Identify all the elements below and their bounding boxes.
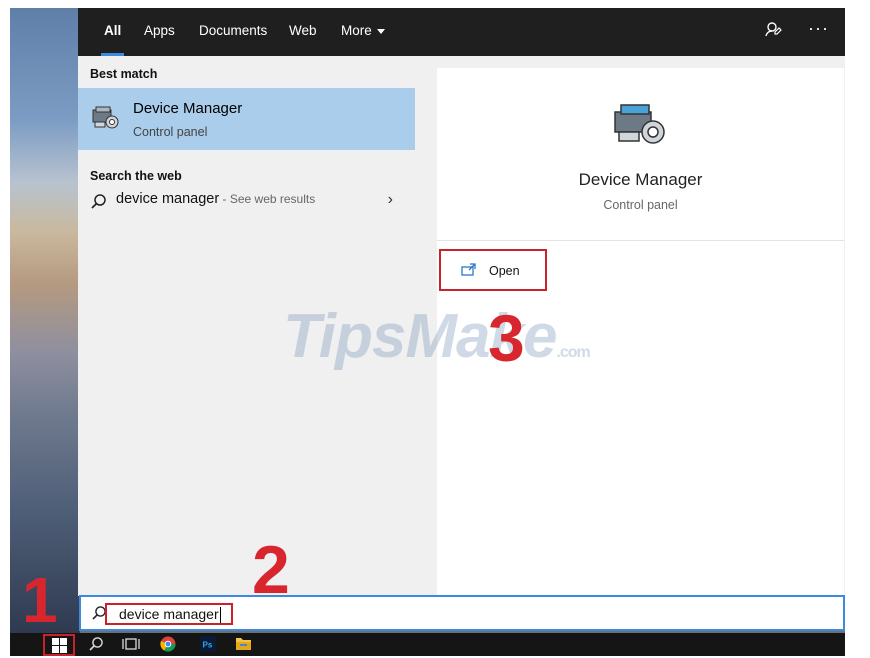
best-match-heading: Best match <box>90 67 158 81</box>
watermark-domain: .com <box>556 344 590 361</box>
tab-more-label: More <box>341 23 372 38</box>
screenshot-frame: All Apps Documents Web More ··· Best mat… <box>10 8 845 656</box>
device-manager-large-icon <box>609 100 671 155</box>
best-match-title: Device Manager <box>133 100 243 117</box>
task-view-icon[interactable] <box>122 636 140 654</box>
more-options-icon[interactable]: ··· <box>808 18 829 39</box>
tab-documents[interactable]: Documents <box>199 8 267 56</box>
text-cursor <box>219 607 221 624</box>
divider <box>437 240 844 241</box>
device-manager-icon <box>90 104 120 137</box>
taskbar-search-icon[interactable] <box>88 636 104 654</box>
windows-logo-icon <box>52 638 67 656</box>
desktop-wallpaper <box>10 8 80 633</box>
best-match-subtitle: Control panel <box>133 125 208 139</box>
open-button[interactable]: Open <box>439 249 547 291</box>
preview-title: Device Manager <box>578 170 703 189</box>
feedback-icon[interactable] <box>764 20 782 43</box>
chevron-right-icon[interactable]: › <box>388 191 393 209</box>
search-web-heading: Search the web <box>90 169 182 183</box>
tab-web[interactable]: Web <box>289 8 317 56</box>
step-2-marker: 2 <box>252 532 290 608</box>
step-1-marker: 1 <box>22 564 58 636</box>
web-query-suffix: - See web results <box>219 192 316 206</box>
preview-subtitle: Control panel <box>603 198 678 212</box>
tab-all[interactable]: All <box>100 8 125 56</box>
file-explorer-icon[interactable] <box>235 636 252 654</box>
chrome-icon[interactable] <box>160 636 176 654</box>
web-query: device manager <box>116 191 220 207</box>
start-button[interactable] <box>43 634 75 656</box>
step-3-marker: 3 <box>488 301 525 375</box>
taskbar: Ps <box>10 633 845 656</box>
caret-down-icon <box>376 28 385 34</box>
search-input-value: device manager <box>119 606 219 622</box>
photoshop-icon[interactable]: Ps <box>200 636 216 654</box>
svg-text:Ps: Ps <box>203 641 213 650</box>
open-icon <box>461 263 477 282</box>
search-icon <box>90 193 107 215</box>
best-match-result[interactable]: Device Manager Control panel <box>78 88 415 150</box>
tab-more[interactable]: More <box>341 8 385 56</box>
tab-apps[interactable]: Apps <box>144 8 175 56</box>
web-search-result[interactable]: device manager - See web results › <box>78 186 415 216</box>
search-input[interactable]: device manager <box>105 603 233 625</box>
search-box[interactable]: device manager <box>79 595 845 631</box>
search-filter-bar: All Apps Documents Web More ··· <box>78 8 845 56</box>
open-label: Open <box>489 264 520 278</box>
watermark: TipsMake.com <box>283 301 591 372</box>
